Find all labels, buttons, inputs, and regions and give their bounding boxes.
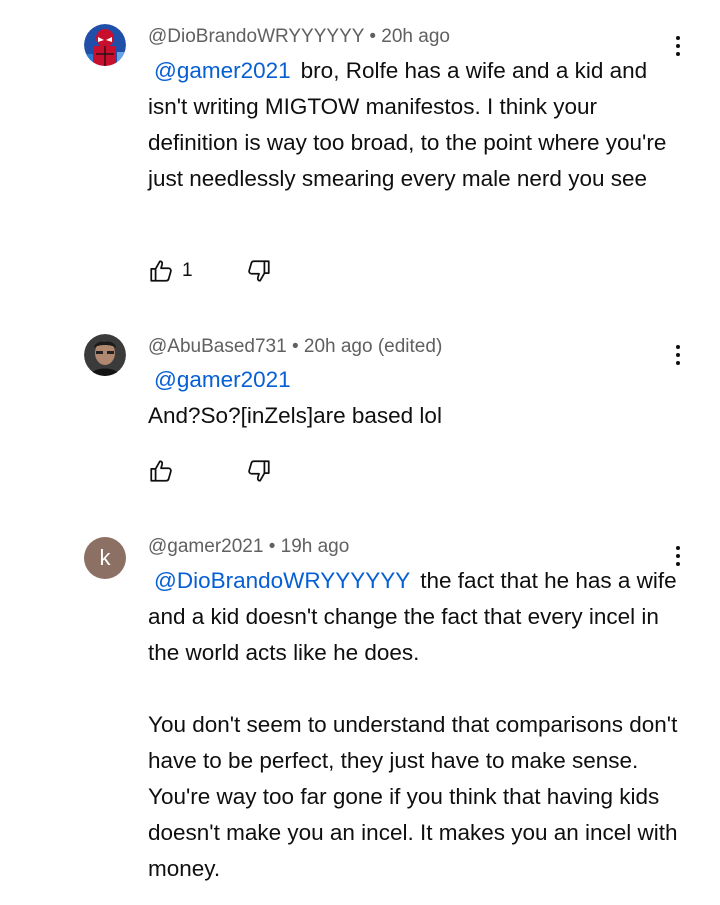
avatar[interactable] [84,334,126,376]
comment-header: @AbuBased731 • 20h ago (edited) [148,335,442,359]
author-name[interactable]: @gamer2021 [148,536,263,557]
thumb-up-outline-icon[interactable] [148,258,174,284]
author-name[interactable]: @DioBrandoWRYYYYYY [148,26,364,47]
comment-thread-item: k @gamer2021 • 19h ago @DioBrandoWRYYYYY… [0,500,720,905]
mention-link[interactable]: @gamer2021 [154,58,291,83]
comment-time: 20h ago (edited) [303,336,443,357]
comment-text: @gamer2021 And?So?[inZels]are based lol [148,362,678,434]
like-count: 1 [182,260,193,281]
comment-text: @gamer2021 bro, Rolfe has a wife and a ki… [148,53,678,197]
comment-header: @DioBrandoWRYYYYYY • 20h ago [148,25,450,49]
meta-separator: • [291,336,299,357]
comment-time: 19h ago [280,536,350,557]
avatar[interactable] [84,24,126,66]
comment-thread-item: @AbuBased731 • 20h ago (edited) @gamer20… [0,300,720,500]
thumb-down-outline-icon[interactable] [246,258,272,284]
comment-paragraph: @gamer2021 bro, Rolfe has a wife and a ki… [148,58,667,191]
comment-paragraph: You don't seem to understand that compar… [148,712,678,881]
thumb-up-outline-icon[interactable] [148,458,174,484]
avatar[interactable]: k [84,537,126,579]
author-name[interactable]: @AbuBased731 [148,336,287,357]
avatar-letter: k [99,545,111,570]
meta-separator: • [369,26,377,47]
mention-link[interactable]: @DioBrandoWRYYYYYY [154,568,410,593]
meta-separator: • [268,536,276,557]
comment-paragraph: And?So?[inZels]are based lol [148,403,442,428]
thumb-down-outline-icon[interactable] [246,458,272,484]
comment-paragraph: @DioBrandoWRYYYYYY the fact that he has a… [148,568,677,665]
comment-header: @gamer2021 • 19h ago [148,535,349,559]
comment-time: 20h ago [381,26,450,47]
comment-text: @DioBrandoWRYYYYYY the fact that he has a… [148,563,678,887]
mention-link[interactable]: @gamer2021 [154,367,291,392]
comment-thread-item: @DioBrandoWRYYYYYY • 20h ago @gamer2021 b… [0,0,720,300]
comment-paragraph: @gamer2021 [148,362,678,398]
